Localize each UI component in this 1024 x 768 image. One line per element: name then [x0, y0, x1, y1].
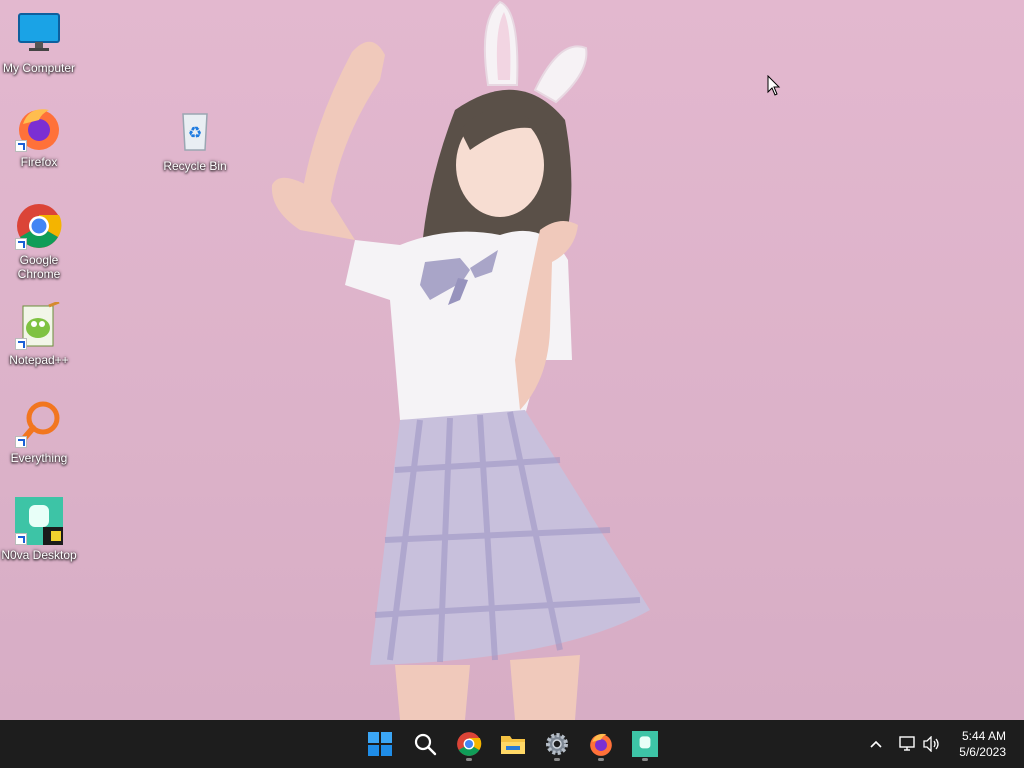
mouse-cursor-icon [767, 75, 781, 96]
desktop-icon-n0va-desktop[interactable]: N0va Desktop [0, 497, 78, 562]
clock-date: 5/6/2023 [959, 745, 1006, 759]
shortcut-arrow-icon [15, 533, 27, 545]
windows-start-icon [368, 732, 392, 756]
shortcut-arrow-icon [15, 238, 27, 250]
n0va-desktop-icon [15, 497, 63, 545]
clock-time: 5:44 AM [961, 729, 1006, 743]
tray-network-button[interactable] [896, 729, 920, 759]
taskbar-app-firefox[interactable] [581, 726, 621, 762]
desktop-icon-notepadpp[interactable]: Notepad++ [0, 300, 78, 367]
monitor-icon [15, 10, 63, 58]
taskbar-app-chrome[interactable] [449, 726, 489, 762]
running-indicator [554, 758, 560, 761]
chrome-icon [457, 732, 482, 756]
desktop-icon-firefox[interactable]: Firefox [0, 104, 78, 169]
network-icon [899, 736, 915, 751]
taskbar-clock[interactable]: 5:44 AM 5/6/2023 [959, 728, 1006, 760]
desktop-icon-label: My Computer [2, 61, 76, 75]
svg-text:♻: ♻ [188, 125, 202, 142]
shortcut-arrow-icon [15, 436, 27, 448]
shortcut-arrow-icon [15, 140, 27, 152]
desktop-wallpaper [271, 0, 650, 720]
desktop-icon-label: Recycle Bin [163, 159, 227, 173]
taskbar-app-settings[interactable] [537, 726, 577, 762]
n0va-desktop-icon [632, 731, 658, 757]
taskbar-app-file-explorer[interactable] [493, 726, 533, 762]
firefox-icon [15, 104, 63, 152]
chrome-icon [15, 202, 63, 250]
volume-icon [923, 736, 939, 752]
settings-gear-icon [546, 733, 568, 755]
taskbar-start-button[interactable] [360, 726, 400, 762]
desktop-icon-everything[interactable]: Everything [0, 400, 78, 465]
running-indicator [466, 758, 472, 761]
shortcut-arrow-icon [15, 338, 27, 350]
running-indicator [642, 758, 648, 761]
running-indicator [598, 758, 604, 761]
desktop-icon-label: N0va Desktop [1, 548, 77, 562]
taskbar-app-n0va-desktop[interactable] [625, 726, 665, 762]
firefox-icon [590, 733, 612, 756]
desktop-icon-my-computer[interactable]: My Computer [0, 10, 78, 75]
everything-search-icon [15, 400, 63, 448]
search-icon [414, 733, 437, 756]
taskbar-search-button[interactable] [405, 726, 445, 762]
notepadpp-icon [15, 300, 63, 350]
folder-icon [501, 736, 525, 754]
chevron-up-icon [870, 740, 882, 748]
desktop-icon-label: Firefox [20, 155, 58, 169]
taskbar: 5:44 AM 5/6/2023 [0, 720, 1024, 768]
tray-volume-button[interactable] [920, 729, 944, 759]
desktop-icon-label: Google Chrome [17, 253, 61, 281]
desktop-icon-recycle-bin[interactable]: ♻ Recycle Bin [156, 108, 234, 173]
desktop-icon-label: Notepad++ [9, 353, 69, 367]
desktop-icon-label: Everything [10, 451, 68, 465]
recycle-bin-icon: ♻ [171, 108, 219, 156]
desktop-icon-google-chrome[interactable]: Google Chrome [0, 202, 78, 281]
tray-overflow-button[interactable] [862, 729, 890, 759]
